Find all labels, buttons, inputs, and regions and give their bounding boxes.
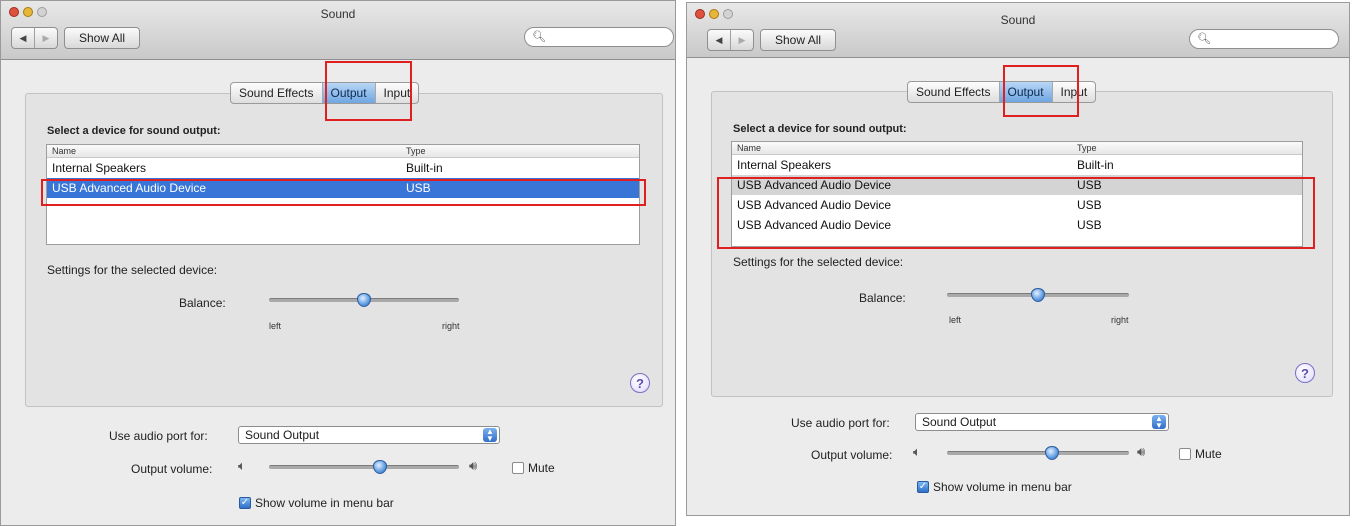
device-name: USB Advanced Audio Device bbox=[737, 178, 892, 192]
device-name: USB Advanced Audio Device bbox=[737, 218, 892, 232]
volume-slider-track[interactable] bbox=[947, 451, 1129, 455]
device-type: USB bbox=[406, 181, 431, 195]
window-title: Sound bbox=[320, 7, 356, 21]
device-name: Internal Speakers bbox=[737, 158, 832, 172]
back-arrow-icon[interactable]: ◀ bbox=[12, 28, 34, 48]
audio-port-select[interactable]: Sound Output ▲ ▼ bbox=[915, 413, 1169, 431]
popup-arrows-icon: ▲ ▼ bbox=[483, 428, 497, 443]
tab-output[interactable]: Output bbox=[322, 83, 376, 103]
audio-port-value: Sound Output bbox=[922, 415, 997, 429]
audio-port-label: Use audio port for: bbox=[791, 416, 890, 430]
device-name: USB Advanced Audio Device bbox=[52, 181, 207, 195]
device-type: USB bbox=[1077, 218, 1102, 232]
forward-arrow-icon[interactable]: ▶ bbox=[730, 30, 753, 50]
device-list-heading: Select a device for sound output: bbox=[47, 125, 221, 137]
audio-port-label: Use audio port for: bbox=[109, 429, 208, 443]
tab-output[interactable]: Output bbox=[999, 82, 1053, 102]
audio-port-select[interactable]: Sound Output ▲ ▼ bbox=[238, 426, 500, 444]
volume-slider-track[interactable] bbox=[269, 465, 459, 469]
help-button[interactable]: ? bbox=[630, 373, 650, 393]
column-type[interactable]: Type bbox=[401, 145, 639, 157]
device-type: USB bbox=[1077, 198, 1102, 212]
back-forward-control: ◀ ▶ bbox=[11, 27, 58, 49]
mute-checkbox[interactable] bbox=[1179, 448, 1191, 460]
device-name: Internal Speakers bbox=[52, 161, 147, 175]
show-volume-checkbox[interactable]: ✓ bbox=[917, 481, 929, 493]
window-title: Sound bbox=[1000, 13, 1036, 27]
tab-input[interactable]: Input bbox=[1053, 82, 1096, 102]
volume-low-icon: 🔈︎ bbox=[913, 444, 921, 459]
show-volume-checkbox[interactable]: ✓ bbox=[239, 497, 251, 509]
table-row[interactable]: USB Advanced Audio Device USB bbox=[732, 195, 1302, 215]
balance-left-label: left bbox=[949, 315, 962, 325]
column-name[interactable]: Name bbox=[47, 145, 401, 157]
sound-window-right: Sound ◀ ▶ Show All 🔍︎ Sound Effects Outp… bbox=[686, 2, 1350, 516]
show-volume-label: Show volume in menu bar bbox=[933, 480, 1072, 494]
volume-slider-knob[interactable] bbox=[1045, 446, 1059, 460]
mute-label: Mute bbox=[528, 461, 555, 475]
back-arrow-icon[interactable]: ◀ bbox=[708, 30, 730, 50]
output-volume-label: Output volume: bbox=[811, 448, 893, 462]
table-header: Name Type bbox=[732, 142, 1302, 155]
volume-high-icon: 🔊︎ bbox=[1137, 444, 1146, 459]
tab-bar: Sound Effects Output Input bbox=[907, 81, 1097, 103]
search-icon: 🔍︎ bbox=[1197, 33, 1211, 45]
search-field[interactable]: 🔍︎ bbox=[1189, 29, 1339, 49]
window-toolbar: Sound ◀ ▶ Show All 🔍︎ bbox=[1, 1, 675, 60]
device-type: USB bbox=[1077, 178, 1102, 192]
device-table: Name Type Internal Speakers Built-in USB… bbox=[731, 141, 1303, 247]
device-name: USB Advanced Audio Device bbox=[737, 198, 892, 212]
audio-port-value: Sound Output bbox=[245, 428, 320, 442]
device-list-heading: Select a device for sound output: bbox=[733, 123, 907, 135]
popup-arrows-icon: ▲ ▼ bbox=[1152, 415, 1166, 430]
mute-checkbox[interactable] bbox=[512, 462, 524, 474]
help-button[interactable]: ? bbox=[1295, 363, 1315, 383]
nav-group: ◀ ▶ Show All bbox=[11, 27, 141, 49]
tab-sound-effects[interactable]: Sound Effects bbox=[231, 83, 323, 103]
column-type[interactable]: Type bbox=[1072, 142, 1302, 154]
nav-group: ◀ ▶ Show All bbox=[707, 29, 837, 51]
search-field[interactable]: 🔍︎ bbox=[524, 27, 674, 47]
back-forward-control: ◀ ▶ bbox=[707, 29, 754, 51]
balance-label: Balance: bbox=[179, 296, 226, 310]
output-panel bbox=[25, 93, 663, 407]
forward-arrow-icon[interactable]: ▶ bbox=[34, 28, 57, 48]
settings-label: Settings for the selected device: bbox=[47, 263, 218, 277]
volume-high-icon: 🔊︎ bbox=[469, 458, 478, 473]
settings-label: Settings for the selected device: bbox=[733, 255, 904, 269]
table-row-selected[interactable]: USB Advanced Audio Device USB bbox=[732, 175, 1302, 195]
show-all-button[interactable]: Show All bbox=[760, 29, 837, 51]
volume-low-icon: 🔈︎ bbox=[238, 458, 246, 473]
table-row[interactable]: Internal Speakers Built-in bbox=[47, 158, 639, 178]
output-volume-label: Output volume: bbox=[131, 462, 213, 476]
show-all-button[interactable]: Show All bbox=[64, 27, 141, 49]
balance-label: Balance: bbox=[859, 291, 906, 305]
show-volume-label: Show volume in menu bar bbox=[255, 496, 394, 510]
search-icon: 🔍︎ bbox=[532, 31, 546, 43]
device-type: Built-in bbox=[406, 161, 443, 175]
balance-right-label: right bbox=[1111, 315, 1129, 325]
tab-input[interactable]: Input bbox=[376, 83, 419, 103]
column-name[interactable]: Name bbox=[732, 142, 1072, 154]
table-row[interactable]: USB Advanced Audio Device USB bbox=[732, 215, 1302, 235]
tab-sound-effects[interactable]: Sound Effects bbox=[908, 82, 1000, 102]
volume-slider-knob[interactable] bbox=[373, 460, 387, 474]
device-type: Built-in bbox=[1077, 158, 1114, 172]
table-row[interactable]: Internal Speakers Built-in bbox=[732, 155, 1302, 175]
device-table: Name Type Internal Speakers Built-in USB… bbox=[46, 144, 640, 245]
balance-left-label: left bbox=[269, 321, 282, 331]
balance-right-label: right bbox=[442, 321, 460, 331]
table-row-selected[interactable]: USB Advanced Audio Device USB bbox=[47, 178, 639, 198]
tab-bar: Sound Effects Output Input bbox=[230, 82, 420, 104]
window-toolbar: Sound ◀ ▶ Show All 🔍︎ bbox=[687, 3, 1349, 58]
table-header: Name Type bbox=[47, 145, 639, 158]
mute-label: Mute bbox=[1195, 447, 1222, 461]
sound-window-left: Sound ◀ ▶ Show All 🔍︎ Sound Effects Outp… bbox=[0, 0, 676, 526]
